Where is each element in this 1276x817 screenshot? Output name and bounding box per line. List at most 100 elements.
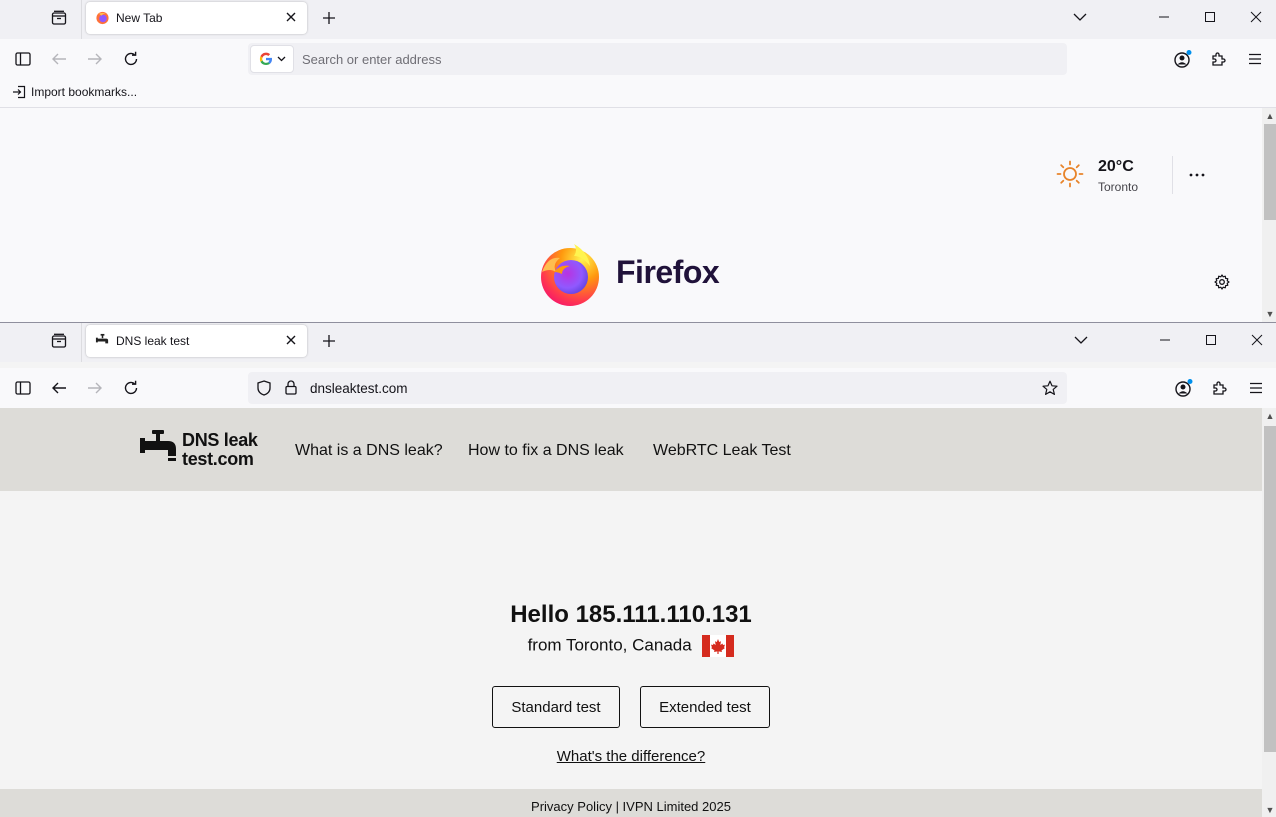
close-window-button[interactable] [1246, 329, 1268, 351]
maximize-icon [1206, 335, 1216, 345]
import-bookmarks-label: Import bookmarks... [31, 85, 138, 99]
google-icon [259, 52, 272, 65]
search-engine-button[interactable] [250, 45, 294, 73]
location-text: from Toronto, Canada [527, 635, 692, 655]
hello-ip-heading: Hello 185.111.110.131 [510, 601, 752, 628]
maximize-button[interactable] [1200, 329, 1222, 351]
bookmark-star-icon[interactable] [1042, 380, 1058, 396]
tab-dns-leak-test[interactable]: DNS leak test [86, 325, 307, 357]
sidebar-icon [15, 52, 31, 66]
vertical-scrollbar[interactable]: ▲ ▼ [1262, 108, 1276, 322]
app-menu-button[interactable] [1243, 47, 1267, 71]
close-icon [286, 335, 296, 345]
hamburger-menu-icon [1249, 53, 1261, 65]
list-all-tabs-button[interactable] [1070, 329, 1092, 351]
address-input[interactable]: dnsleaktest.com [310, 381, 408, 396]
sidebar-button[interactable] [11, 47, 35, 71]
sidebar-button[interactable] [11, 376, 35, 400]
url-bar[interactable]: Search or enter address [248, 43, 1067, 75]
vertical-scrollbar[interactable]: ▲ ▼ [1262, 408, 1276, 817]
scrollbar-thumb[interactable] [1264, 426, 1276, 752]
back-button[interactable] [47, 376, 71, 400]
new-tab-button[interactable] [318, 330, 340, 352]
firefox-view-icon [51, 10, 67, 25]
app-menu-button[interactable] [1244, 376, 1268, 400]
faucet-favicon-icon [95, 333, 109, 344]
scroll-down-arrow-icon[interactable]: ▼ [1264, 308, 1276, 320]
search-input[interactable]: Search or enter address [302, 52, 441, 67]
scroll-up-arrow-icon[interactable]: ▲ [1264, 410, 1276, 422]
firefox-view-button[interactable] [46, 7, 72, 29]
scrollbar-thumb[interactable] [1264, 124, 1276, 220]
minimize-button[interactable] [1154, 329, 1176, 351]
tab-strip: New Tab [0, 0, 1276, 39]
weather-city: Toronto [1098, 180, 1139, 194]
account-button[interactable] [1172, 376, 1196, 400]
minimize-button[interactable] [1153, 6, 1175, 28]
nav-link-how-to-fix[interactable]: How to fix a DNS leak [468, 442, 624, 460]
import-icon [13, 85, 26, 99]
site-logo-line1: DNS leak [182, 430, 258, 450]
standard-test-button[interactable]: Standard test [492, 686, 620, 728]
weather-temperature: 20°C [1098, 158, 1134, 175]
firefox-favicon-icon [96, 11, 109, 25]
import-bookmarks-button[interactable]: Import bookmarks... [12, 85, 137, 99]
close-icon [286, 12, 296, 22]
list-all-tabs-button[interactable] [1069, 6, 1091, 28]
new-tab-page: 20°C Toronto Firefox [0, 108, 1262, 322]
faucet-logo-icon [140, 430, 176, 461]
arrow-right-icon [88, 53, 102, 65]
nav-link-webrtc[interactable]: WebRTC Leak Test [653, 442, 791, 460]
tab-strip: DNS leak test [0, 323, 1276, 362]
tab-close-button[interactable] [283, 332, 299, 348]
plus-icon [323, 12, 335, 24]
chevron-down-icon [277, 56, 285, 62]
extensions-button[interactable] [1207, 47, 1231, 71]
nav-link-what-is-dns-leak[interactable]: What is a DNS leak? [295, 442, 443, 460]
more-dots-icon [1189, 173, 1205, 177]
extensions-button[interactable] [1208, 376, 1232, 400]
plus-icon [323, 335, 335, 347]
tab-new-tab[interactable]: New Tab [86, 2, 307, 34]
location-line: from Toronto, Canada [0, 635, 1262, 657]
forward-button[interactable] [83, 376, 107, 400]
arrow-left-icon [52, 53, 66, 65]
difference-link[interactable]: What's the difference? [0, 748, 1262, 765]
tracking-protection-shield-icon[interactable] [257, 380, 271, 396]
nav-toolbar: Search or enter address [0, 39, 1276, 79]
close-icon [1251, 334, 1263, 346]
tab-title: DNS leak test [116, 334, 190, 348]
account-button[interactable] [1171, 47, 1195, 71]
extended-test-button[interactable]: Extended test [640, 686, 770, 728]
url-bar[interactable]: dnsleaktest.com [248, 372, 1067, 404]
firefox-logo-icon [541, 244, 599, 306]
bookmarks-toolbar: Import bookmarks... [0, 79, 1276, 108]
back-button[interactable] [47, 47, 71, 71]
customize-button[interactable] [1212, 272, 1232, 292]
lock-icon[interactable] [285, 380, 297, 395]
close-window-button[interactable] [1245, 6, 1267, 28]
tab-close-button[interactable] [283, 9, 299, 25]
browser-window-dns-leak-test: DNS leak test dnsleaktest.com DNS leak t… [0, 322, 1276, 817]
nav-toolbar: dnsleaktest.com [0, 368, 1276, 408]
site-logo[interactable]: DNS leak test.com [140, 428, 272, 470]
weather-more-button[interactable] [1186, 166, 1208, 184]
site-footer: Privacy Policy | IVPN Limited 2025 [0, 789, 1262, 817]
reload-icon [124, 51, 138, 66]
maximize-button[interactable] [1199, 6, 1221, 28]
reload-button[interactable] [119, 376, 143, 400]
reload-button[interactable] [119, 47, 143, 71]
forward-button[interactable] [83, 47, 107, 71]
tab-separator [81, 323, 82, 362]
scroll-up-arrow-icon[interactable]: ▲ [1264, 110, 1276, 122]
scroll-down-arrow-icon[interactable]: ▼ [1264, 804, 1276, 816]
minimize-icon [1159, 16, 1169, 18]
arrow-right-icon [88, 382, 102, 394]
arrow-left-icon [52, 382, 66, 394]
firefox-view-button[interactable] [46, 330, 72, 352]
firefox-wordmark: Firefox [616, 254, 720, 290]
account-icon [1175, 379, 1193, 397]
new-tab-button[interactable] [318, 7, 340, 29]
close-icon [1250, 11, 1262, 23]
weather-widget[interactable]: 20°C Toronto [1056, 158, 1138, 194]
